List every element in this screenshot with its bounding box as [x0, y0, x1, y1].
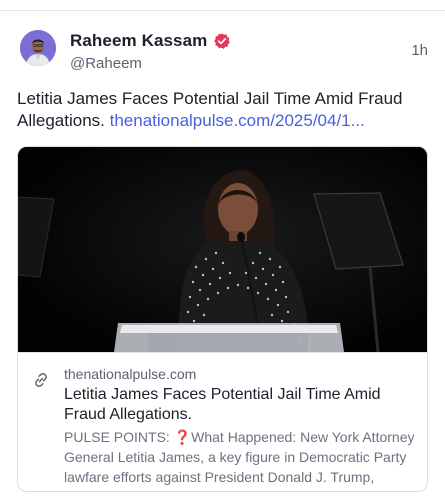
- verified-badge-icon: [213, 32, 231, 50]
- card-body: thenationalpulse.com Letitia James Faces…: [18, 352, 427, 491]
- author-handle[interactable]: @Raheem: [70, 55, 231, 72]
- link-preview-card[interactable]: thenationalpulse.com Letitia James Faces…: [17, 146, 428, 492]
- link-chain-icon: [32, 371, 50, 389]
- avatar[interactable]: [20, 30, 56, 66]
- card-title: Letitia James Faces Potential Jail Time …: [64, 386, 381, 423]
- timestamp[interactable]: 1h: [411, 42, 428, 59]
- post-text: Letitia James Faces Potential Jail Time …: [17, 88, 417, 132]
- author-name[interactable]: Raheem Kassam: [70, 31, 207, 51]
- card-image: [18, 147, 427, 352]
- post: Raheem Kassam @Raheem 1h Letitia James F…: [0, 0, 445, 500]
- author-block: Raheem Kassam @Raheem: [70, 30, 231, 72]
- card-domain: thenationalpulse.com: [64, 366, 197, 382]
- post-link[interactable]: thenationalpulse.com/2025/04/1...: [110, 111, 365, 130]
- card-description: PULSE POINTS: ❓What Happened: New York A…: [64, 429, 415, 485]
